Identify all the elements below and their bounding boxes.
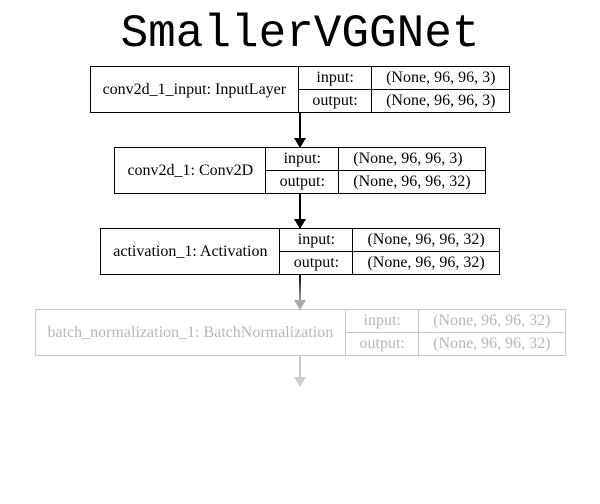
layer-node-box: conv2d_1: Conv2D input: (None, 96, 96, 3… bbox=[114, 147, 485, 194]
io-val-input: (None, 96, 96, 32) bbox=[419, 310, 564, 332]
arrow-down-icon bbox=[299, 194, 301, 228]
io-val-input: (None, 96, 96, 3) bbox=[339, 148, 476, 170]
layer-io-input-row: input: (None, 96, 96, 32) bbox=[346, 310, 564, 332]
layer-label: batch_normalization_1: BatchNormalizatio… bbox=[36, 310, 347, 355]
layer-io: input: (None, 96, 96, 3) output: (None, … bbox=[299, 67, 509, 112]
arrow-down-icon bbox=[299, 275, 301, 309]
layer-io-input-row: input: (None, 96, 96, 32) bbox=[280, 229, 498, 251]
io-val-input: (None, 96, 96, 3) bbox=[372, 67, 509, 89]
arrow-down-icon bbox=[299, 356, 301, 386]
arrow-down-icon bbox=[299, 113, 301, 147]
io-val-output: (None, 96, 96, 3) bbox=[372, 90, 509, 112]
io-key-input: input: bbox=[280, 229, 353, 251]
io-key-input: input: bbox=[299, 67, 372, 89]
layer-io-output-row: output: (None, 96, 96, 32) bbox=[266, 170, 484, 193]
layer-node-box: conv2d_1_input: InputLayer input: (None,… bbox=[90, 66, 511, 113]
io-key-output: output: bbox=[266, 171, 339, 193]
layer-node: conv2d_1: Conv2D input: (None, 96, 96, 3… bbox=[114, 147, 485, 228]
layer-io: input: (None, 96, 96, 32) output: (None,… bbox=[280, 229, 498, 274]
diagram-title: SmallerVGGNet bbox=[0, 8, 600, 60]
io-val-input: (None, 96, 96, 32) bbox=[353, 229, 498, 251]
layer-io-input-row: input: (None, 96, 96, 3) bbox=[266, 148, 484, 170]
layer-node-box: activation_1: Activation input: (None, 9… bbox=[100, 228, 500, 275]
layer-label: activation_1: Activation bbox=[101, 229, 280, 274]
layer-node: batch_normalization_1: BatchNormalizatio… bbox=[35, 309, 566, 386]
layer-io: input: (None, 96, 96, 3) output: (None, … bbox=[266, 148, 484, 193]
layer-io-output-row: output: (None, 96, 96, 3) bbox=[299, 89, 509, 112]
io-val-output: (None, 96, 96, 32) bbox=[353, 252, 498, 274]
layer-io: input: (None, 96, 96, 32) output: (None,… bbox=[346, 310, 564, 355]
layer-io-input-row: input: (None, 96, 96, 3) bbox=[299, 67, 509, 89]
io-key-input: input: bbox=[346, 310, 419, 332]
layer-node-box: batch_normalization_1: BatchNormalizatio… bbox=[35, 309, 566, 356]
io-val-output: (None, 96, 96, 32) bbox=[339, 171, 484, 193]
io-key-input: input: bbox=[266, 148, 339, 170]
bottom-fade-overlay bbox=[0, 372, 600, 504]
layer-io-output-row: output: (None, 96, 96, 32) bbox=[280, 251, 498, 274]
io-key-output: output: bbox=[299, 90, 372, 112]
layer-label: conv2d_1_input: InputLayer bbox=[91, 67, 300, 112]
io-val-output: (None, 96, 96, 32) bbox=[419, 333, 564, 355]
layer-node: conv2d_1_input: InputLayer input: (None,… bbox=[90, 66, 511, 147]
io-key-output: output: bbox=[346, 333, 419, 355]
layer-node: activation_1: Activation input: (None, 9… bbox=[100, 228, 500, 309]
diagram-stack: conv2d_1_input: InputLayer input: (None,… bbox=[0, 66, 600, 386]
layer-label: conv2d_1: Conv2D bbox=[115, 148, 266, 193]
io-key-output: output: bbox=[280, 252, 353, 274]
layer-io-output-row: output: (None, 96, 96, 32) bbox=[346, 332, 564, 355]
